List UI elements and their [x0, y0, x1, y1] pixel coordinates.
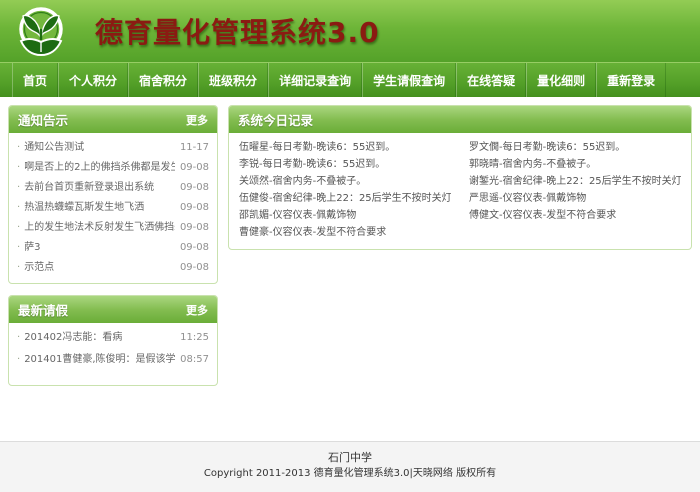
nav-item[interactable]: 学生请假查询 [362, 63, 456, 97]
leave-item[interactable]: · 201402冯志能：看病 11:25 [17, 328, 209, 350]
notice-item[interactable]: · 通知公告测试 11-17 [17, 138, 209, 158]
bullet-icon: · [17, 242, 20, 253]
notices-title: 通知告示 [18, 110, 68, 129]
notice-date: 09-08 [180, 242, 209, 253]
record-line: 郭晓晴-宿舍内务-不叠被子。 [469, 156, 681, 173]
footer-school-name: 石门中学 [0, 449, 700, 466]
notice-list: · 通知公告测试 11-17 · 啊是否上的2上的佛挡杀佛都是发生都是 09-0… [9, 133, 217, 283]
leave-text: 201401曹健豪,陈俊明：是假该学生德育 [24, 350, 175, 365]
bullet-icon: · [17, 262, 20, 273]
notice-date: 09-08 [180, 182, 209, 193]
leave-item[interactable]: · 201401曹健豪,陈俊明：是假该学生德育 08:57 [17, 350, 209, 372]
notice-text: 啊是否上的2上的佛挡杀佛都是发生都是 [24, 158, 175, 173]
record-line: 罗文僩-每日考勤-晚读6：55迟到。 [469, 139, 681, 156]
notice-date: 09-08 [180, 222, 209, 233]
leave-time: 08:57 [180, 354, 209, 365]
right-column: 系统今日记录 伍曜星-每日考勤-晚读6：55迟到。 李锐-每日考勤-晚读6：55… [228, 105, 692, 250]
leave-panel: 最新请假 更多 · 201402冯志能：看病 11:25 · 2 [8, 295, 218, 386]
notice-item[interactable]: · 上的发生地法术反射发生飞洒佛挡杀佛 09-08 [17, 218, 209, 238]
nav-item[interactable]: 宿舍积分 [128, 63, 198, 97]
record-line: 傅健文-仪容仪表-发型不符合要求 [469, 207, 681, 224]
record-line: 谢錾光-宿舍纪律-晚上22：25后学生不按时关灯、就寝。。 [469, 173, 681, 190]
record-column-left: 伍曜星-每日考勤-晚读6：55迟到。 李锐-每日考勤-晚读6：55迟到。 关颂然… [239, 139, 451, 241]
notice-item[interactable]: · 示范点 09-08 [17, 258, 209, 278]
record-line: 邵凯媚-仪容仪表-佩戴饰物 [239, 207, 451, 224]
nav-item[interactable]: 量化细则 [526, 63, 596, 97]
bullet-icon: · [17, 354, 20, 365]
nav-item[interactable]: 在线答疑 [456, 63, 526, 97]
notice-text: 示范点 [24, 258, 175, 273]
notices-panel: 通知告示 更多 · 通知公告测试 11-17 · 啊是否上的2上 [8, 105, 218, 284]
bullet-icon: · [17, 162, 20, 173]
main-content: 通知告示 更多 · 通知公告测试 11-17 · 啊是否上的2上 [0, 97, 700, 441]
bullet-icon: · [17, 142, 20, 153]
notice-item[interactable]: · 热温热蠛蠓瓦斯发生地飞洒 09-08 [17, 198, 209, 218]
nav-item[interactable]: 首页 [12, 63, 58, 97]
notice-date: 09-08 [180, 262, 209, 273]
notice-item[interactable]: · 去前台首页重新登录退出系统 09-08 [17, 178, 209, 198]
today-panel-header: 系统今日记录 [229, 106, 691, 133]
bullet-icon: · [17, 182, 20, 193]
leave-time: 11:25 [180, 332, 209, 343]
notices-panel-header: 通知告示 更多 [9, 106, 217, 133]
bullet-icon: · [17, 202, 20, 213]
notice-item[interactable]: · 啊是否上的2上的佛挡杀佛都是发生都是 09-08 [17, 158, 209, 178]
nav-item[interactable]: 个人积分 [58, 63, 128, 97]
left-column: 通知告示 更多 · 通知公告测试 11-17 · 啊是否上的2上 [8, 105, 218, 386]
app-title: 德育量化管理系统3.0 [95, 11, 380, 51]
leave-panel-header: 最新请假 更多 [9, 296, 217, 323]
leave-text: 201402冯志能：看病 [24, 328, 175, 343]
record-line: 伍健俊-宿舍纪律-晚上22：25后学生不按时关灯、就寝。。 [239, 190, 451, 207]
today-records-panel: 系统今日记录 伍曜星-每日考勤-晚读6：55迟到。 李锐-每日考勤-晚读6：55… [228, 105, 692, 250]
notice-date: 09-08 [180, 162, 209, 173]
main-nav: 首页 个人积分 宿舍积分 班级积分 详细记录查询 学生请假查询 在线答疑 量化细… [0, 62, 700, 97]
notice-date: 09-08 [180, 202, 209, 213]
bullet-icon: · [17, 332, 20, 343]
notice-text: 通知公告测试 [24, 138, 175, 153]
bullet-icon: · [17, 222, 20, 233]
record-line: 伍曜星-每日考勤-晚读6：55迟到。 [239, 139, 451, 156]
notice-text: 去前台首页重新登录退出系统 [24, 178, 175, 193]
app-header: 德育量化管理系统3.0 [0, 0, 700, 62]
footer-copyright: Copyright 2011-2013 德育量化管理系统3.0|天晓网络 版权所… [0, 466, 700, 481]
record-line: 严思遥-仪容仪表-佩戴饰物 [469, 190, 681, 207]
nav-item[interactable]: 详细记录查询 [268, 63, 362, 97]
page: 德育量化管理系统3.0 首页 个人积分 宿舍积分 班级积分 详细记录查询 学生请… [0, 0, 700, 492]
record-line: 曹健豪-仪容仪表-发型不符合要求 [239, 224, 451, 241]
today-title: 系统今日记录 [238, 110, 313, 129]
record-line: 李锐-每日考勤-晚读6：55迟到。 [239, 156, 451, 173]
leave-title: 最新请假 [18, 300, 68, 319]
notice-text: 上的发生地法术反射发生飞洒佛挡杀佛 [24, 218, 175, 233]
page-footer: 石门中学 Copyright 2011-2013 德育量化管理系统3.0|天晓网… [0, 441, 700, 492]
notice-text: 热温热蠛蠓瓦斯发生地飞洒 [24, 198, 175, 213]
app-logo-icon [13, 4, 69, 60]
record-line: 关颂然-宿舍内务-不叠被子。 [239, 173, 451, 190]
leave-more-link[interactable]: 更多 [186, 302, 208, 318]
record-column-right: 罗文僩-每日考勤-晚读6：55迟到。 郭晓晴-宿舍内务-不叠被子。 谢錾光-宿舍… [469, 139, 681, 241]
nav-item[interactable]: 重新登录 [596, 63, 666, 97]
leave-list: · 201402冯志能：看病 11:25 · 201401曹健豪,陈俊明：是假该… [9, 323, 217, 385]
notices-more-link[interactable]: 更多 [186, 112, 208, 128]
nav-item[interactable]: 班级积分 [198, 63, 268, 97]
notice-text: 萨3 [24, 238, 175, 253]
notice-item[interactable]: · 萨3 09-08 [17, 238, 209, 258]
today-records-body: 伍曜星-每日考勤-晚读6：55迟到。 李锐-每日考勤-晚读6：55迟到。 关颂然… [229, 133, 691, 249]
notice-date: 11-17 [180, 142, 209, 153]
